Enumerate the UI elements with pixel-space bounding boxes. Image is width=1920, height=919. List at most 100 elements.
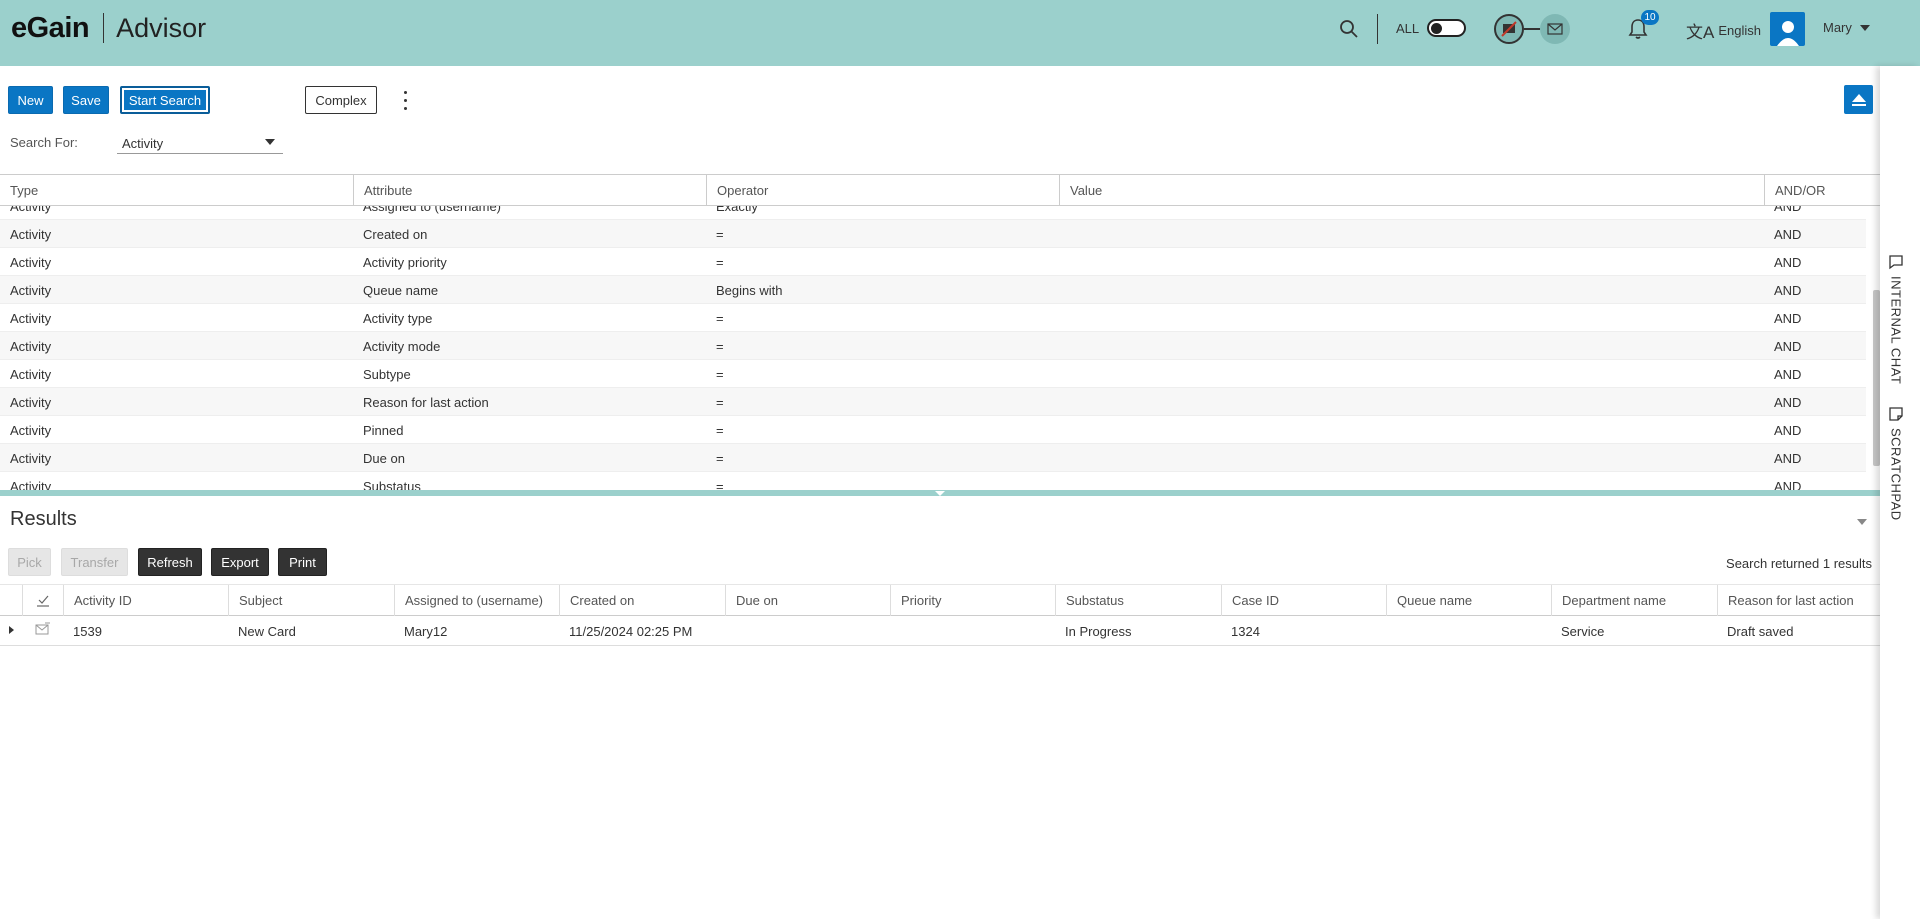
more-options-icon[interactable] <box>400 88 410 112</box>
search-for-dropdown[interactable]: Activity <box>117 130 283 154</box>
channel-connector <box>1524 28 1540 30</box>
column-header-created-on[interactable]: Created on <box>559 585 725 616</box>
column-header-activity-id[interactable]: Activity ID <box>63 585 228 616</box>
criteria-andor: AND <box>1774 367 1802 382</box>
eject-icon[interactable] <box>1844 85 1873 114</box>
table-row[interactable]: Activity Pinned = AND <box>0 416 1866 444</box>
save-button[interactable]: Save <box>63 86 109 114</box>
column-header-department-name[interactable]: Department name <box>1551 585 1717 616</box>
notification-badge: 10 <box>1641 10 1659 25</box>
criteria-operator: Exactly <box>716 206 758 214</box>
criteria-operator: = <box>716 311 724 326</box>
column-header-subject[interactable]: Subject <box>228 585 394 616</box>
assigned-to: Mary12 <box>404 624 448 639</box>
column-header-andor[interactable]: AND/OR <box>1764 175 1880 206</box>
criteria-andor: AND <box>1774 255 1802 270</box>
internal-chat-label: INTERNAL CHAT <box>1888 276 1904 385</box>
user-name: Mary <box>1823 20 1852 35</box>
criteria-operator: = <box>716 395 724 410</box>
start-search-button[interactable]: Start Search <box>120 86 210 114</box>
criteria-attribute: Activity priority <box>363 255 447 270</box>
select-all-icon[interactable] <box>22 585 62 616</box>
search-scope-toggle[interactable] <box>1427 19 1466 37</box>
search-for-label: Search For: <box>10 135 78 150</box>
criteria-andor: AND <box>1774 227 1802 242</box>
criteria-type: Activity <box>10 283 52 298</box>
export-button[interactable]: Export <box>211 548 269 576</box>
table-row[interactable]: Activity Activity priority = AND <box>0 248 1866 276</box>
chevron-down-icon <box>265 139 275 145</box>
criteria-attribute: Pinned <box>363 423 404 438</box>
language-selector[interactable]: 文A English <box>1686 18 1761 43</box>
column-header-due-on[interactable]: Due on <box>725 585 890 616</box>
translate-icon: 文A <box>1686 23 1715 42</box>
criteria-type: Activity <box>10 227 52 242</box>
note-icon <box>1889 407 1903 421</box>
criteria-grid-body: Activity Assigned to (username) Exactly … <box>0 206 1866 492</box>
criteria-grid-header: Type Attribute Operator Value AND/OR <box>0 174 1880 206</box>
criteria-andor: AND <box>1774 395 1802 410</box>
transfer-button[interactable]: Transfer <box>61 548 128 576</box>
table-row[interactable]: Activity Created on = AND <box>0 220 1866 248</box>
complex-button[interactable]: Complex <box>305 86 377 114</box>
print-button[interactable]: Print <box>278 548 327 576</box>
results-summary: Search returned 1 results <box>1726 556 1872 571</box>
subject: New Card <box>238 624 296 639</box>
language-label: English <box>1718 23 1761 38</box>
chevron-down-icon <box>1859 24 1870 31</box>
criteria-operator: = <box>716 227 724 242</box>
table-row[interactable]: Activity Reason for last action = AND <box>0 388 1866 416</box>
table-row[interactable]: Activity Assigned to (username) Exactly … <box>0 206 1866 220</box>
column-header-operator[interactable]: Operator <box>706 175 1059 206</box>
panel-splitter[interactable] <box>0 490 1880 496</box>
brand-logo[interactable]: eGain Advisor <box>11 12 206 44</box>
table-row[interactable]: Activity Queue name Begins with AND <box>0 276 1866 304</box>
chat-bubble-icon <box>1889 255 1903 270</box>
criteria-scrollbar[interactable] <box>1873 290 1880 466</box>
table-row[interactable]: Activity Subtype = AND <box>0 360 1866 388</box>
created-on: 11/25/2024 02:25 PM <box>569 624 693 639</box>
email-activity-icon <box>35 622 51 639</box>
criteria-operator: = <box>716 451 724 466</box>
table-row[interactable]: Activity Activity type = AND <box>0 304 1866 332</box>
criteria-attribute: Due on <box>363 451 405 466</box>
internal-chat-tab[interactable]: INTERNAL CHAT <box>1888 254 1904 384</box>
criteria-andor: AND <box>1774 339 1802 354</box>
criteria-operator: = <box>716 255 724 270</box>
table-row[interactable]: Activity Due on = AND <box>0 444 1866 472</box>
criteria-attribute: Activity mode <box>363 339 441 354</box>
criteria-operator: = <box>716 423 724 438</box>
expand-row-icon[interactable] <box>9 626 14 634</box>
activity-id[interactable]: 1539 <box>73 624 102 639</box>
pick-button[interactable]: Pick <box>8 548 51 576</box>
criteria-attribute: Subtype <box>363 367 411 382</box>
criteria-andor: AND <box>1774 451 1802 466</box>
column-header-type[interactable]: Type <box>0 175 353 206</box>
column-header-queue-name[interactable]: Queue name <box>1386 585 1551 616</box>
column-header-reason-last-action[interactable]: Reason for last action <box>1717 585 1880 616</box>
new-button[interactable]: New <box>8 86 53 114</box>
search-icon[interactable] <box>1336 16 1362 42</box>
chat-availability-icon[interactable] <box>1494 14 1524 44</box>
column-header-value[interactable]: Value <box>1059 175 1764 206</box>
refresh-button[interactable]: Refresh <box>138 548 202 576</box>
collapse-results-icon[interactable] <box>1857 519 1867 525</box>
user-menu[interactable]: Mary <box>1823 20 1870 35</box>
criteria-type: Activity <box>10 339 52 354</box>
table-row[interactable]: Activity Activity mode = AND <box>0 332 1866 360</box>
department-name: Service <box>1561 624 1605 639</box>
table-row[interactable]: Activity Substatus = AND <box>0 472 1866 492</box>
column-header-attribute[interactable]: Attribute <box>353 175 706 206</box>
right-sidebar: INTERNAL CHAT SCRATCHPAD <box>1880 66 1920 919</box>
scratchpad-tab[interactable]: SCRATCHPAD <box>1888 406 1904 521</box>
column-header-assigned-to[interactable]: Assigned to (username) <box>394 585 559 616</box>
criteria-andor: AND <box>1774 206 1802 214</box>
column-header-substatus[interactable]: Substatus <box>1055 585 1221 616</box>
email-availability-icon[interactable] <box>1540 14 1570 44</box>
criteria-andor: AND <box>1774 423 1802 438</box>
header-divider <box>1377 14 1378 44</box>
avatar[interactable] <box>1770 12 1805 46</box>
column-header-priority[interactable]: Priority <box>890 585 1055 616</box>
column-header-case-id[interactable]: Case ID <box>1221 585 1386 616</box>
table-row[interactable]: 1539 New Card Mary12 11/25/2024 02:25 PM… <box>0 616 1880 646</box>
